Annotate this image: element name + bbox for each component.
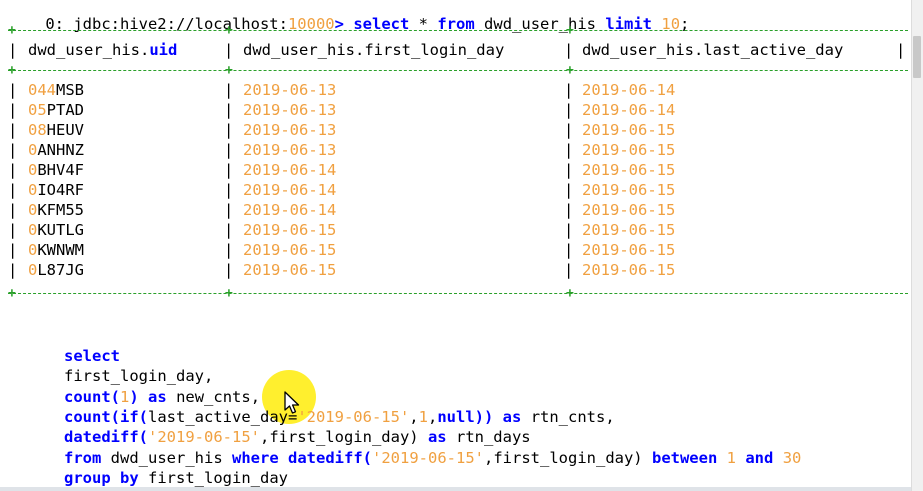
border-corner: + [566,23,574,38]
table-row[interactable]: | 0BHV4F | 2019-06-14 | 2019-06-15 [0,160,900,180]
cell-last-active-day: 2019-06-15 [582,201,676,219]
cell-first-login-day: 2019-06-15 [243,241,337,259]
border-corner: + [8,63,16,78]
cell-uid: 0IO4RF [28,181,85,199]
query-line: ; [8,467,73,491]
border-corner: + [566,63,574,78]
query-line: group by first_login_day [64,469,288,487]
column-header-last-active-day[interactable]: dwd_user_his.last_active_day [582,40,843,60]
cell-uid: 0ANHNZ [28,141,85,159]
sql-console-editor[interactable]: 0: jdbc:hive2://localhost:10000> select … [0,0,912,491]
table-row[interactable]: | 08HEUV | 2019-06-13 | 2019-06-15 [0,120,900,140]
previous-command-line: 0: jdbc:hive2://localhost:10000> select … [45,15,690,33]
window-bottom-edge [0,487,912,491]
cell-uid: 05PTAD [28,101,84,119]
mouse-cursor-icon [284,391,300,414]
cell-last-active-day: 2019-06-14 [582,81,676,99]
query-line: count(1) as new_cnts, [64,388,261,406]
query-line: from dwd_user_his where datediff('2019-0… [64,449,802,467]
border-corner: + [225,63,233,78]
scrollbar-thumb[interactable] [913,36,921,78]
border-corner: + [566,286,574,301]
cell-last-active-day: 2019-06-15 [582,121,676,139]
table-row[interactable]: | 0IO4RF | 2019-06-14 | 2019-06-15 [0,180,900,200]
table-border-top [8,30,908,32]
cell-last-active-day: 2019-06-15 [582,241,676,259]
border-corner: + [225,286,233,301]
cell-first-login-day: 2019-06-14 [243,181,337,199]
table-row[interactable]: | 0ANHNZ | 2019-06-13 | 2019-06-15 [0,140,900,160]
cell-last-active-day: 2019-06-15 [582,161,676,179]
table-row[interactable]: | 0KFM55 | 2019-06-14 | 2019-06-15 [0,200,900,220]
table-border-bottom [8,293,908,295]
cell-first-login-day: 2019-06-13 [243,121,337,139]
table-row[interactable]: | 0KUTLG | 2019-06-15 | 2019-06-15 [0,220,900,240]
cell-uid: 08HEUV [28,121,84,139]
border-corner: + [8,23,16,38]
border-corner: + [8,286,16,301]
cell-last-active-day: 2019-06-15 [582,221,676,239]
cell-uid: 0KUTLG [28,221,85,239]
border-corner: + [225,23,233,38]
table-row[interactable]: | 0L87JG | 2019-06-15 | 2019-06-15 [0,260,900,280]
cell-first-login-day: 2019-06-13 [243,141,337,159]
column-header-uid[interactable]: dwd_user_his.uid [28,40,177,60]
cell-first-login-day: 2019-06-14 [243,161,337,179]
cell-uid: 0KFM55 [28,201,85,219]
cell-first-login-day: 2019-06-15 [243,261,337,279]
cell-uid: 044MSB [28,81,84,99]
cell-uid: 0KWNWM [28,241,85,259]
vertical-scrollbar[interactable] [911,0,923,491]
table-row[interactable]: | 05PTAD | 2019-06-13 | 2019-06-14 [0,100,900,120]
query-line: select [64,347,120,365]
cell-last-active-day: 2019-06-15 [582,181,676,199]
cell-first-login-day: 2019-06-13 [243,81,337,99]
query-line: count(if(last_active_day='2019-06-15',1,… [64,408,615,426]
query-line: datediff('2019-06-15',first_login_day) a… [64,428,531,446]
cell-last-active-day: 2019-06-14 [582,101,676,119]
cell-uid: 0BHV4F [28,161,85,179]
cell-first-login-day: 2019-06-13 [243,101,337,119]
cell-first-login-day: 2019-06-15 [243,221,337,239]
query-line: first_login_day, [64,367,214,385]
table-row[interactable]: | 0KWNWM | 2019-06-15 | 2019-06-15 [0,240,900,260]
cell-last-active-day: 2019-06-15 [582,141,676,159]
table-border-header [8,70,908,72]
cell-uid: 0L87JG [28,261,85,279]
cell-last-active-day: 2019-06-15 [582,261,676,279]
table-row[interactable]: | 044MSB | 2019-06-13 | 2019-06-14 [0,80,900,100]
column-header-first-login-day[interactable]: dwd_user_his.first_login_day [243,40,504,60]
cell-first-login-day: 2019-06-14 [243,201,337,219]
